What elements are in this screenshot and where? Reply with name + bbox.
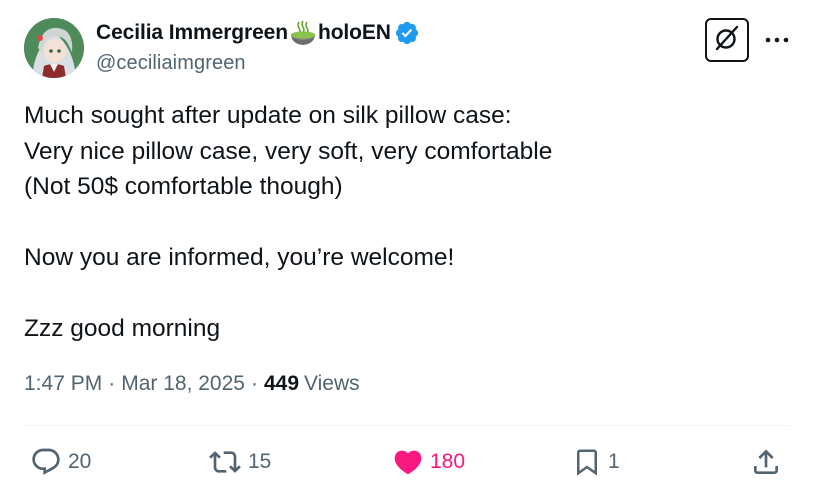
tweet-text-line: Very nice pillow case, very soft, very c…	[24, 137, 553, 165]
verified-badge-icon[interactable]	[394, 20, 420, 46]
share-button[interactable]	[750, 440, 782, 484]
tweet-time-link[interactable]: 1:47 PM	[24, 372, 102, 396]
tweet-meta: 1:47 PM · Mar 18, 2025 · 449 Views	[24, 372, 360, 396]
tweet-date: Mar 18, 2025	[121, 372, 245, 395]
grok-icon	[713, 24, 741, 57]
more-dots-icon	[765, 31, 789, 49]
repost-count: 15	[248, 450, 272, 473]
heart-icon	[392, 446, 424, 478]
display-name-suffix: holoEN	[317, 21, 391, 44]
tweet-date-link[interactable]: Mar 18, 2025	[121, 372, 245, 396]
like-count: 180	[430, 450, 466, 473]
bookmark-icon	[572, 446, 602, 478]
bookmark-button[interactable]: 1	[572, 440, 620, 484]
more-options-button[interactable]	[763, 26, 791, 54]
views-label: Views	[304, 372, 360, 395]
views-count: 449	[263, 372, 300, 395]
repost-button[interactable]: 15	[208, 440, 271, 484]
meta-separator: ·	[250, 372, 258, 395]
display-name-prefix: Cecilia Immergreen	[96, 21, 288, 44]
repost-icon	[208, 446, 242, 478]
avatar[interactable]	[24, 18, 84, 78]
tweet-text-line	[24, 205, 784, 241]
matcha-tea-emoji-icon	[289, 20, 317, 46]
divider	[24, 425, 791, 426]
display-name[interactable]: Cecilia Immergreen holoEN	[96, 20, 420, 46]
tweet-text-line: Now you are informed, you’re welcome!	[24, 244, 455, 271]
like-button[interactable]: 180	[392, 440, 465, 484]
tweet-text: Much sought after update on silk pillow …	[24, 98, 784, 347]
user-handle[interactable]: @ceciliaimgreen	[96, 52, 420, 75]
reply-button[interactable]: 20	[30, 440, 91, 484]
reply-count: 20	[68, 450, 92, 473]
meta-separator: ·	[108, 372, 116, 395]
tweet-text-line	[24, 276, 784, 312]
tweet-text-line: (Not 50$ comfortable though)	[24, 173, 343, 200]
bookmark-count: 1	[608, 450, 620, 473]
tweet-time: 1:47 PM	[24, 372, 103, 395]
share-icon	[750, 446, 782, 478]
grok-button[interactable]	[705, 18, 749, 62]
tweet-text-line: Much sought after update on silk pillow …	[24, 102, 512, 129]
action-bar: 20 15 180 1	[30, 440, 785, 484]
tweet-header: Cecilia Immergreen holoEN @ceciliaimgree…	[24, 18, 791, 78]
reply-bubble-icon	[30, 446, 62, 478]
tweet-text-line: Zzz good morning	[24, 315, 221, 342]
